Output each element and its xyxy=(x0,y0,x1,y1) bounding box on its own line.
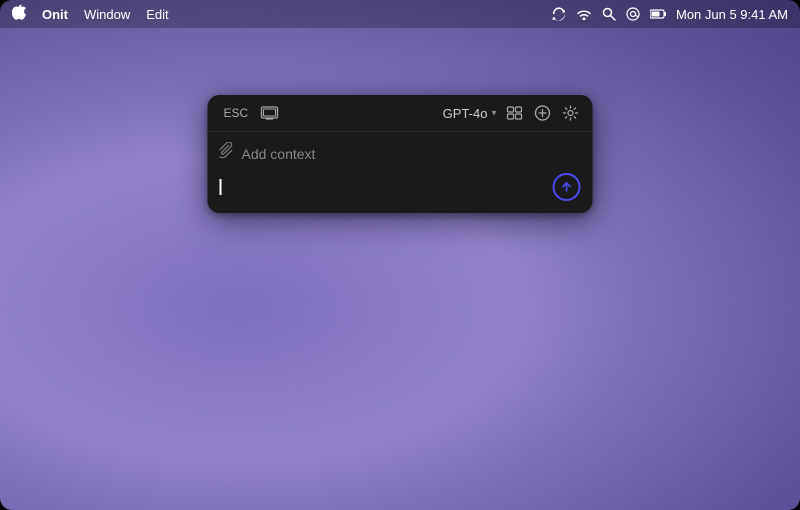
model-selector[interactable]: GPT-4o ▾ xyxy=(443,106,497,121)
menubar: Onit Window Edit xyxy=(0,0,800,28)
menu-item-window[interactable]: Window xyxy=(84,7,130,22)
menubar-left: Onit Window Edit xyxy=(12,3,169,25)
panel-body: Add context xyxy=(208,132,593,213)
text-cursor xyxy=(220,179,222,195)
add-context-label: Add context xyxy=(242,146,316,162)
chevron-down-icon: ▾ xyxy=(491,108,496,119)
panel-toolbar: ESC GPT-4o ▾ xyxy=(208,95,593,132)
model-name: GPT-4o xyxy=(443,106,488,121)
paperclip-icon xyxy=(220,142,234,165)
menu-item-edit[interactable]: Edit xyxy=(146,7,168,22)
menubar-right: Mon Jun 5 9:41 AM xyxy=(552,7,788,22)
esc-button[interactable]: ESC xyxy=(220,104,253,122)
battery-icon[interactable] xyxy=(650,9,666,19)
datetime-display: Mon Jun 5 9:41 AM xyxy=(676,7,788,22)
settings-button[interactable] xyxy=(561,103,581,123)
add-context-button[interactable]: Add context xyxy=(220,142,581,173)
menu-item-onit[interactable]: Onit xyxy=(42,7,68,22)
submit-button[interactable] xyxy=(553,173,581,201)
account-icon[interactable] xyxy=(626,7,640,21)
submit-circle xyxy=(553,173,581,201)
tools-button[interactable] xyxy=(505,104,525,122)
screen-capture-icon[interactable] xyxy=(260,106,278,120)
ai-panel: ESC GPT-4o ▾ xyxy=(208,95,593,213)
add-button[interactable] xyxy=(533,103,553,123)
desktop-screen: Onit Window Edit xyxy=(0,0,800,510)
wifi-icon[interactable] xyxy=(576,8,592,20)
reload-icon[interactable] xyxy=(552,7,566,21)
apple-menu[interactable] xyxy=(12,3,26,25)
text-input-row xyxy=(220,173,581,201)
search-icon[interactable] xyxy=(602,7,616,21)
